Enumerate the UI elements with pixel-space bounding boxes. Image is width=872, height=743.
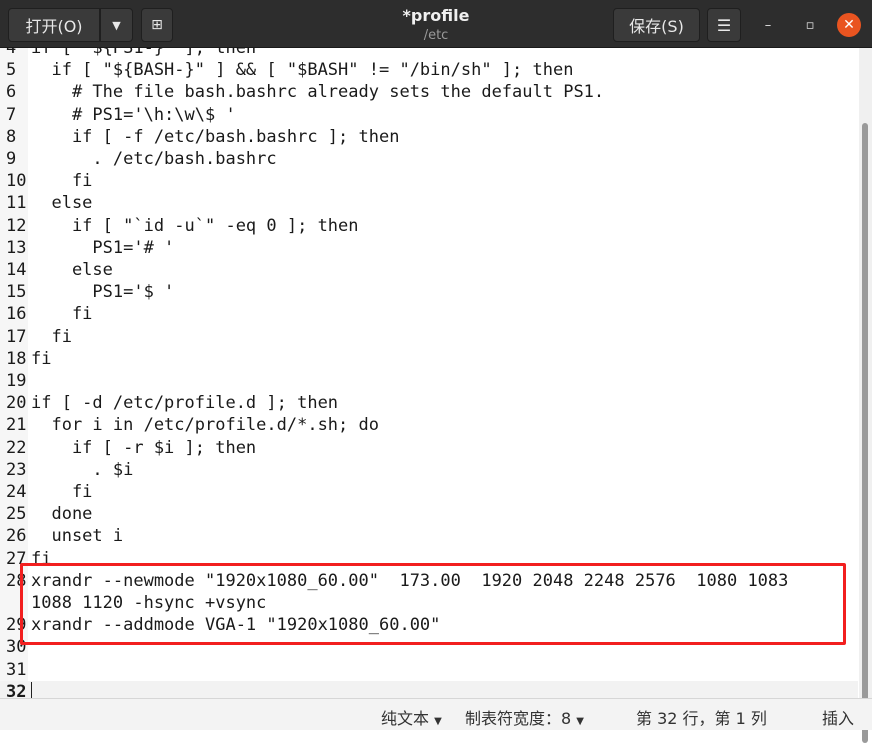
line-number: 19 [6,371,27,391]
header-bar: 打开(O) ▼ ⊞ *profile /etc 保存(S) ☰ – ▫ ✕ [0,0,872,48]
line-text: for i in /etc/profile.d/*.sh; do [31,415,379,436]
line-number: 26 [6,526,27,547]
line-text: . $i [31,459,134,480]
insert-mode[interactable]: 插入 [822,705,854,729]
line-number: 6 [6,82,17,103]
line-number: 12 [6,215,27,236]
line-number: 5 [6,60,17,81]
tab-width-selector[interactable]: 制表符宽度：8 ▼ [465,705,584,729]
maximize-button[interactable]: ▫ [798,13,822,37]
code-line[interactable]: 6 # The file bash.bashrc already sets th… [0,81,858,103]
line-number: 22 [6,437,27,458]
code-line[interactable]: 21 for i in /etc/profile.d/*.sh; do [0,414,858,436]
line-text: . /etc/bash.bashrc [31,149,277,169]
chevron-down-icon: ▼ [434,716,442,727]
line-text: unset i [31,526,124,547]
code-line[interactable]: 5 if [ "${BASH-}" ] && [ "$BASH" != "/bi… [0,59,858,81]
line-number: 21 [6,415,27,436]
line-text: if [ "`id -u`" -eq 0 ]; then [31,215,359,236]
line-text: else [31,193,93,214]
code-line[interactable]: 12 if [ "`id -u`" -eq 0 ]; then [0,215,858,237]
code-line[interactable]: 20 if [ -d /etc/profile.d ]; then [0,392,858,414]
line-text: if [ "${BASH-}" ] && [ "$BASH" != "/bin/… [31,60,574,81]
code-line[interactable]: 19 [0,370,858,392]
code-line[interactable]: 31 [0,659,858,681]
line-text: fi [31,171,93,192]
menu-button[interactable]: ☰ [707,8,741,42]
save-button[interactable]: 保存(S) [613,8,700,42]
line-number: 31 [6,659,27,680]
line-number: 10 [6,171,27,192]
cursor-position[interactable]: 第 32 行，第 1 列 [636,705,767,729]
code-line[interactable]: 22 if [ -r $i ]; then [0,437,858,459]
red-highlight-box [20,563,846,645]
line-text: if [ -d /etc/profile.d ]; then [31,393,339,414]
line-number: 4 [6,48,17,58]
line-text: else [31,260,113,280]
code-line[interactable]: 23 . $i [0,459,858,481]
hamburger-icon: ☰ [716,15,732,35]
vertical-scrollbar[interactable] [859,48,872,743]
code-line[interactable]: 25 done [0,503,858,525]
code-line[interactable]: 4 if [ "${PS1-}" ]; then [0,48,858,59]
code-line[interactable]: 11 else [0,192,858,214]
chevron-down-icon: ▼ [576,716,584,727]
line-number: 24 [6,482,27,502]
code-line[interactable]: 18 fi [0,348,858,370]
line-text: if [ -f /etc/bash.bashrc ]; then [31,126,400,147]
minimize-button[interactable]: – [756,13,780,37]
code-line[interactable]: 15 PS1='$ ' [0,281,858,303]
line-text: # The file bash.bashrc already sets the … [31,82,605,103]
line-text: done [31,504,93,525]
line-number: 13 [6,237,27,258]
line-text: fi [31,482,93,502]
code-line[interactable]: 14 else [0,259,858,281]
text-editor[interactable]: 4 if [ "${PS1-}" ]; then 5 if [ "${BASH-}"… [0,48,858,698]
code-line[interactable]: 10 fi [0,170,858,192]
code-line[interactable]: 7 # PS1='\h:\w\$ ' [0,104,858,126]
code-line[interactable]: 24 fi [0,481,858,503]
line-number: 8 [6,126,17,147]
code-line[interactable]: 26 unset i [0,525,858,547]
code-line[interactable]: 13 PS1='# ' [0,237,858,259]
line-number: 14 [6,260,27,280]
line-text: fi [31,326,72,347]
text-caret [31,681,32,698]
line-number: 17 [6,326,27,347]
line-text: if [ -r $i ]; then [31,437,257,458]
line-number: 23 [6,459,27,480]
line-number: 7 [6,104,17,125]
scrollbar-thumb[interactable] [862,123,868,743]
status-bar: 纯文本 ▼ 制表符宽度：8 ▼ 第 32 行，第 1 列 插入 [0,698,872,730]
code-line[interactable]: 16 fi [0,303,858,325]
line-number: 9 [6,149,17,169]
window-title: *profile [402,6,470,25]
code-line[interactable]: 8 if [ -f /etc/bash.bashrc ]; then [0,126,858,148]
line-number: 32 [6,681,27,698]
line-number: 20 [6,393,27,414]
line-text: fi [31,304,93,325]
code-line[interactable]: 9 . /etc/bash.bashrc [0,148,858,170]
line-number: 16 [6,304,27,325]
language-selector[interactable]: 纯文本 ▼ [381,705,442,729]
code-line[interactable]: 32 [0,680,858,698]
code-line[interactable]: 17 fi [0,326,858,348]
window-subtitle: /etc [423,28,449,43]
line-text: # PS1='\h:\w\$ ' [31,104,236,125]
line-text: PS1='# ' [31,237,175,258]
close-button[interactable]: ✕ [837,13,861,37]
line-number: 25 [6,504,27,525]
line-text: PS1='$ ' [31,282,175,303]
line-text: fi [31,348,52,369]
line-text: if [ "${PS1-}" ]; then [31,48,257,58]
line-number: 11 [6,193,27,214]
line-number: 18 [6,348,27,369]
line-number: 15 [6,282,27,303]
